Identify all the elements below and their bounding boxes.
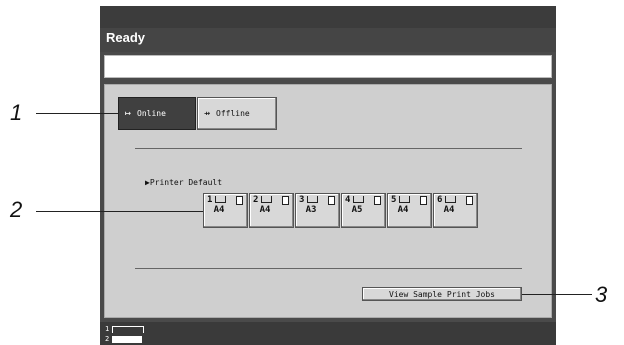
tray-number: 1 xyxy=(207,195,213,205)
tray-button-3[interactable]: 3 A3 xyxy=(295,193,340,228)
online-button[interactable]: ↦ Online xyxy=(118,97,196,130)
tray-number: 2 xyxy=(253,195,259,205)
tray-size: A4 xyxy=(397,205,409,215)
tray-icon xyxy=(261,196,272,203)
tray-button-6[interactable]: 6 A4 xyxy=(433,193,478,228)
callout-2: 2 xyxy=(10,197,23,222)
view-sample-print-jobs-button[interactable]: View Sample Print Jobs xyxy=(362,287,522,301)
tray-button-2[interactable]: 2 A4 xyxy=(249,193,294,228)
paper-icon xyxy=(374,196,381,205)
tray-button-5[interactable]: 5 A4 xyxy=(387,193,432,228)
tray-full-icon xyxy=(112,336,142,343)
tray-status-line1: 1 xyxy=(105,325,110,333)
offline-arrow-icon: ⇸ xyxy=(204,108,211,119)
paper-icon xyxy=(420,196,427,205)
callout-1: 1 xyxy=(10,100,23,125)
tray-size: A4 xyxy=(213,205,225,215)
callout-2-leader xyxy=(36,211,203,212)
callout-1-leader xyxy=(36,113,119,114)
top-strip xyxy=(100,6,556,28)
callout-3: 3 xyxy=(595,282,608,307)
online-arrow-icon: ↦ xyxy=(125,108,132,119)
callout-3-leader xyxy=(522,294,592,295)
tray-icon xyxy=(215,196,226,203)
bottom-status-bar xyxy=(100,322,556,345)
offline-label: Offline xyxy=(216,109,250,118)
paper-icon xyxy=(236,196,243,205)
tray-button-1[interactable]: 1 A4 xyxy=(203,193,248,228)
paper-icon xyxy=(282,196,289,205)
tray-number: 3 xyxy=(299,195,305,205)
paper-icon xyxy=(466,196,473,205)
title-bar xyxy=(100,28,556,52)
tray-icon xyxy=(307,196,318,203)
tray-icon xyxy=(445,196,456,203)
tray-size: A5 xyxy=(351,205,363,215)
tray-number: 6 xyxy=(437,195,443,205)
tray-button-4[interactable]: 4 A5 xyxy=(341,193,386,228)
offline-button[interactable]: ⇸ Offline xyxy=(197,97,277,130)
tray-level-icon xyxy=(112,326,144,333)
message-field xyxy=(104,55,552,78)
divider-bottom xyxy=(135,268,522,269)
paper-icon xyxy=(328,196,335,205)
tray-icon xyxy=(353,196,364,203)
printer-default-label: ▶Printer Default xyxy=(145,178,223,187)
tray-status-indicator: 1 2 xyxy=(103,324,144,345)
tray-size: A3 xyxy=(305,205,317,215)
tray-size: A4 xyxy=(259,205,271,215)
tray-number: 5 xyxy=(391,195,397,205)
tray-number: 4 xyxy=(345,195,351,205)
tray-status-line2: 2 xyxy=(105,335,110,343)
divider-top xyxy=(135,148,522,149)
online-label: Online xyxy=(137,109,166,118)
status-title: Ready xyxy=(106,30,146,45)
tray-size: A4 xyxy=(443,205,455,215)
tray-icon xyxy=(399,196,410,203)
